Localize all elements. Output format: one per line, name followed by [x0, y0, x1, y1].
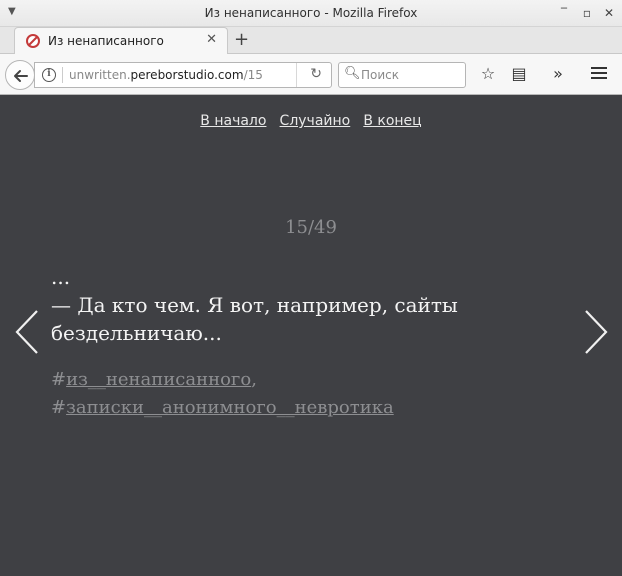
next-entry-arrow-icon[interactable] [583, 309, 609, 355]
nav-random-link[interactable]: Случайно [280, 113, 351, 129]
overflow-chevron-icon[interactable]: » [548, 64, 568, 84]
new-tab-icon[interactable]: + [234, 29, 249, 50]
tag-link[interactable]: записки__анонимного__невротика [66, 397, 394, 418]
reload-separator [296, 63, 297, 87]
close-window-icon[interactable]: ✕ [601, 5, 617, 21]
entry-line: — Да кто чем. Я вот, например, сайты [51, 293, 458, 317]
search-bar[interactable]: 🔍︎ Поиск [338, 62, 466, 88]
url-separator [62, 67, 63, 83]
entry-line: ... [51, 265, 71, 289]
entry-counter: 15/49 [285, 217, 337, 238]
site-favicon-icon [26, 34, 40, 48]
search-placeholder: Поиск [361, 68, 400, 82]
tab-close-icon[interactable]: ✕ [206, 32, 217, 47]
minimize-icon[interactable]: ‾ [556, 5, 572, 21]
search-icon: 🔍︎ [344, 66, 361, 81]
tab-strip: Из ненаписанного ✕ + [0, 27, 622, 55]
page-nav: В начало Случайно В конец [0, 110, 622, 129]
back-button[interactable] [5, 60, 35, 90]
reading-list-icon[interactable]: ▤ [509, 64, 529, 84]
site-info-icon[interactable]: i [42, 68, 56, 82]
window-title: Из ненаписанного - Mozilla Firefox [204, 6, 418, 20]
nav-last-link[interactable]: В конец [363, 113, 421, 129]
url-text[interactable]: unwritten.pereborstudio.com/15 [69, 68, 263, 82]
reload-icon[interactable]: ↻ [310, 66, 322, 82]
tab-active[interactable]: Из ненаписанного ✕ [14, 27, 228, 55]
tag-item: #записки__анонимного__невротика [51, 394, 521, 422]
tab-label: Из ненаписанного [48, 34, 164, 48]
entry-tags: #из__ненаписанного, #записки__анонимного… [51, 366, 521, 422]
bookmark-star-icon[interactable]: ☆ [478, 64, 498, 84]
entry-line: бездельничаю... [51, 321, 222, 345]
nav-first-link[interactable]: В начало [200, 113, 266, 129]
back-arrow-icon [14, 70, 28, 82]
maximize-icon[interactable]: ▫ [579, 5, 595, 21]
page-content: В начало Случайно В конец 15/49 ... — Да… [0, 95, 622, 576]
prev-entry-arrow-icon[interactable] [14, 309, 40, 355]
tag-hash: # [51, 369, 67, 390]
url-bar[interactable]: i unwritten.pereborstudio.com/15 ↻ [34, 62, 332, 88]
tag-hash: # [51, 397, 67, 418]
nav-toolbar: i unwritten.pereborstudio.com/15 ↻ 🔍︎ По… [0, 54, 622, 95]
window-titlebar: ▼ Из ненаписанного - Mozilla Firefox ‾ ▫… [0, 0, 622, 27]
tag-item: #из__ненаписанного, [51, 366, 521, 394]
entry-text: ... — Да кто чем. Я вот, например, сайты… [51, 263, 521, 347]
hamburger-menu-icon[interactable] [591, 67, 607, 81]
tag-separator: , [251, 369, 257, 390]
tag-link[interactable]: из__ненаписанного [66, 369, 251, 390]
